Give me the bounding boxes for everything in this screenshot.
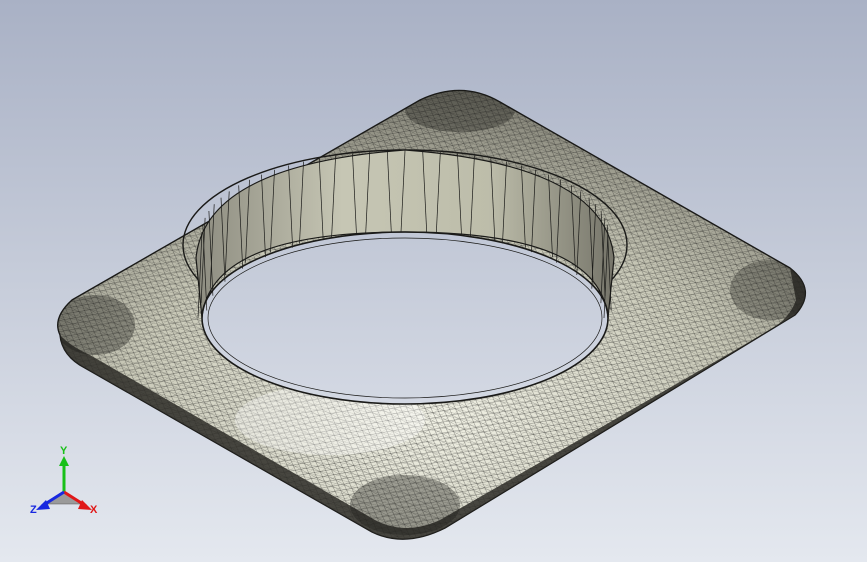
triad-base: [45, 491, 83, 505]
x-axis-label: X: [90, 504, 98, 516]
graphics-viewport[interactable]: Y X Z: [0, 0, 867, 562]
y-axis-arrowhead: [59, 456, 69, 466]
viewport-canvas[interactable]: [0, 0, 867, 562]
y-axis-label: Y: [60, 445, 68, 457]
view-orientation-triad[interactable]: Y X Z: [24, 446, 104, 526]
z-axis-label: Z: [30, 504, 37, 516]
